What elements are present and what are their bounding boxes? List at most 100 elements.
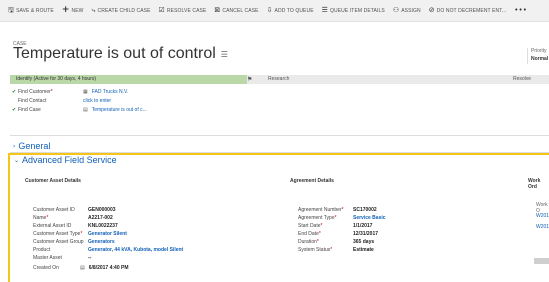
step-label: Find Customer* — [18, 89, 53, 95]
process-step: Find Contact click to enter — [12, 98, 111, 104]
field-value: 1/1/2017 — [353, 223, 373, 229]
stage-identify[interactable]: Identify (Active for 30 days, 4 hours) — [10, 75, 247, 84]
customer-asset-field: Created On ▤ 6/8/2017 4:40 PM — [33, 265, 128, 271]
new-button[interactable]: + NEW — [62, 6, 84, 15]
add-icon: + — [61, 5, 70, 15]
toolbar-label: QUEUE ITEM DETAILS — [330, 7, 385, 14]
field-value: 12/31/2017 — [353, 231, 379, 237]
business-process-flow: Identify (Active for 30 days, 4 hours) ⚑… — [10, 75, 549, 84]
more-button[interactable]: ••• — [514, 7, 529, 14]
toolbar-label: CREATE CHILD CASE — [97, 7, 151, 14]
field-label: System Status* — [298, 247, 333, 253]
field-label: Created On — [33, 265, 59, 271]
queue-icon: ⇩ — [266, 6, 273, 14]
field-label: Customer Asset Group — [33, 239, 84, 245]
agreement-field: Agreement Number* SC170002 — [298, 207, 377, 213]
field-value[interactable]: Generator, 44 kVA, Kubota, model Silent — [88, 247, 183, 253]
record-icon: ▤ — [83, 107, 88, 113]
step-value[interactable]: click to enter — [83, 98, 111, 104]
stage-resolve[interactable]: Resolve — [513, 75, 531, 84]
field-value: -- — [88, 255, 92, 261]
agreement-field: Agreement Type* Service Basic — [298, 215, 386, 221]
chevron-down-icon: ⌄ — [14, 156, 20, 164]
add-to-queue-button[interactable]: ⇩ ADD TO QUEUE — [267, 7, 314, 14]
field-value: A2217-002 — [88, 215, 113, 221]
field-value: 365 days — [353, 239, 375, 245]
customer-asset-field: External Asset ID KNL0022237 — [33, 223, 118, 229]
command-bar: 🖫 SAVE & ROUTE + NEW ⤷ CREATE CHILD CASE ☑ RESO… — [0, 0, 549, 22]
field-value[interactable]: Generators — [88, 239, 115, 245]
case-title: Temperature is out of control — [13, 45, 216, 62]
page-title: Temperature is out of control ☰ — [13, 45, 228, 63]
customer-asset-field: Customer Asset Type* Generator Silent — [33, 231, 127, 237]
field-label: Duration* — [298, 239, 319, 245]
toolbar-label: CANCEL CASE — [222, 7, 259, 14]
more-icon: ••• — [514, 6, 527, 14]
field-label: Customer Asset Type* — [33, 231, 83, 237]
field-value: SC170002 — [353, 207, 377, 213]
work-orders-heading: Work Ord — [528, 178, 541, 190]
toolbar-label: SAVE & ROUTE — [16, 7, 54, 14]
title-menu-icon[interactable]: ☰ — [221, 50, 228, 59]
step-value[interactable]: Temperature is out of c... — [92, 107, 147, 113]
agreement-field: Start Date* 1/1/2017 — [298, 223, 372, 229]
general-section-header[interactable]: › General — [13, 141, 50, 151]
create-child-icon: ⤷ — [91, 6, 96, 14]
field-value: GEN000003 — [88, 207, 116, 213]
work-order-link[interactable]: W2017 — [536, 213, 549, 219]
agreement-field: System Status* Estimate — [298, 247, 374, 253]
customer-asset-field: Master Asset -- — [33, 255, 91, 261]
customer-asset-field: Customer Asset Group Generators — [33, 239, 115, 245]
agreement-heading: Agreement Details — [290, 178, 334, 184]
field-label: End Date* — [298, 231, 321, 237]
priority-field[interactable]: Priority Normal — [527, 48, 548, 64]
field-value[interactable]: Generator Silent — [88, 231, 127, 237]
field-label: Name* — [33, 215, 49, 221]
step-value[interactable]: FAD Trucks N.V. — [92, 89, 129, 95]
save-icon: 🖫 — [8, 6, 15, 14]
process-step: ✔ Find Case ▤ Temperature is out of c... — [12, 107, 147, 113]
work-order-link[interactable]: W2017 — [536, 224, 549, 230]
no-decrement-icon: ⊘ — [428, 6, 435, 14]
afs-section-label: Advanced Field Service — [22, 155, 117, 165]
step-label: Find Case — [18, 107, 41, 113]
resolve-icon: ☑ — [158, 6, 165, 14]
field-label: Customer Asset ID — [33, 207, 75, 213]
toolbar-label: NEW — [71, 7, 84, 14]
customer-asset-heading: Customer Asset Details — [25, 178, 81, 184]
agreement-field: End Date* 12/31/2017 — [298, 231, 378, 237]
create-child-case-button[interactable]: ⤷ CREATE CHILD CASE — [92, 7, 151, 14]
queue-item-details-button[interactable]: ☰ QUEUE ITEM DETAILS — [322, 7, 385, 14]
do-not-decrement-ent-button[interactable]: ⊘ DO NOT DECREMENT ENT... — [429, 7, 507, 14]
assign-button[interactable]: ⚇ ASSIGN — [393, 7, 421, 14]
assign-icon: ⚇ — [392, 6, 400, 14]
flag-icon[interactable]: ⚑ — [247, 75, 252, 84]
toolbar-label: ADD TO QUEUE — [274, 7, 314, 14]
stage-research[interactable]: Research — [268, 75, 289, 84]
step-label: Find Contact — [18, 98, 47, 104]
chevron-right-icon: › — [13, 142, 16, 150]
field-value[interactable]: Service Basic — [353, 215, 386, 221]
general-section-label: General — [18, 141, 51, 151]
afs-section-header[interactable]: ⌄ Advanced Field Service — [14, 155, 117, 165]
cancel-case-icon: ⊠ — [214, 6, 221, 14]
queue-details-icon: ☰ — [321, 6, 329, 14]
toolbar-label: RESOLVE CASE — [166, 7, 207, 14]
customer-asset-field: Customer Asset ID GEN000003 — [33, 207, 116, 213]
field-label: Start Date* — [298, 223, 323, 229]
divider — [10, 135, 549, 136]
toolbar-label: ASSIGN — [401, 7, 421, 14]
save-route-button[interactable]: 🖫 SAVE & ROUTE — [8, 7, 54, 14]
horizontal-scrollbar[interactable] — [534, 258, 549, 264]
field-value: 6/8/2017 4:40 PM — [88, 265, 129, 271]
field-label: External Asset ID — [33, 223, 72, 229]
priority-value: Normal — [531, 56, 549, 62]
record-icon: ▦ — [83, 89, 88, 95]
cancel-case-button[interactable]: ⊠ CANCEL CASE — [214, 7, 258, 14]
lock-icon: ▤ — [80, 265, 85, 271]
customer-asset-field: Name* A2217-002 — [33, 215, 113, 221]
field-label: Agreement Number* — [298, 207, 344, 213]
resolve-case-button[interactable]: ☑ RESOLVE CASE — [159, 7, 207, 14]
field-label: Product — [33, 247, 51, 253]
field-label: Agreement Type* — [298, 215, 337, 221]
